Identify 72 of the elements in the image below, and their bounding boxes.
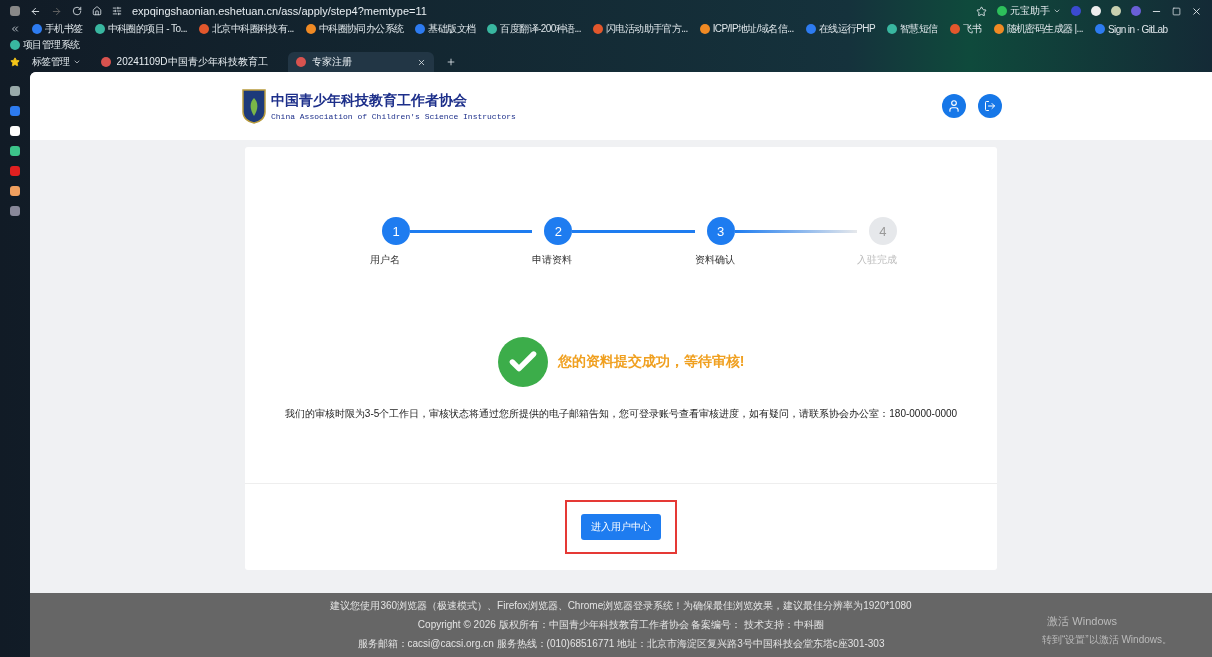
tab-favicon	[295, 57, 306, 67]
close-tab-icon[interactable]	[416, 57, 426, 67]
bookmark-link[interactable]: 手机书签	[32, 22, 83, 36]
bookmark-link[interactable]: 在线运行PHP	[805, 22, 876, 36]
chevron-down-icon	[72, 58, 81, 66]
review-message: 我们的审核时限为3-5个工作日，审核状态将通过您所提供的电子邮箱告知，您可登录账号查看审核进度，如有疑问，请联系协会办公室：180-0000-0000	[283, 407, 959, 421]
footer-text: 服务邮箱：cacsi@cacsi.org.cn 服务热线：(010)68516771 地址：北京市海淀区复兴路3号中国科技会堂东塔c座301-303	[357, 637, 885, 651]
close-icon[interactable]	[1191, 5, 1202, 17]
step-number: 1	[382, 217, 410, 245]
tab-favicon	[100, 57, 111, 67]
forward-icon[interactable]	[51, 5, 62, 17]
bookmark-favicon	[415, 24, 426, 34]
sidebar-toggle-icon[interactable]	[10, 6, 20, 16]
step-number: 2	[544, 217, 573, 245]
step-label: 申请资料	[532, 253, 573, 267]
user-center-button[interactable]: 进入用户中心	[581, 514, 661, 540]
activation-hint: 转到“设置”以激活 Windows。	[1042, 633, 1172, 647]
org-name-english: China Association of Children's Science Instructors	[271, 111, 516, 121]
bookmark-link[interactable]: 随机密码生成器 |...	[993, 22, 1083, 36]
footer-text: 建议您使用360浏览器（极速模式）、Firefox浏览器、Chrome浏览器登录系统！为确保最佳浏览效果，建议最佳分辨率为1920*1080	[330, 599, 912, 613]
bookmark-link[interactable]: 中科圈协同办公系统	[305, 22, 404, 36]
activation-title: 激活 Windows	[1047, 614, 1117, 629]
address-bar[interactable]: expqingshaonian.eshetuan.cn/ass/apply/step4?memtype=11	[132, 5, 427, 17]
bookmark-favicon	[949, 24, 960, 34]
extension-button[interactable]: 元宝助手	[997, 4, 1061, 18]
bookmark-favicon	[305, 24, 316, 34]
bookmark-favicon	[1095, 24, 1105, 34]
bookmark-favicon	[805, 24, 816, 34]
step-number: 3	[706, 217, 735, 245]
bookmark-link[interactable]: 基础版文档	[415, 22, 476, 36]
home-icon[interactable]	[92, 6, 102, 16]
bookmark-favicon	[10, 40, 20, 50]
bookmark-favicon	[94, 24, 105, 34]
new-tab-icon[interactable]	[445, 57, 456, 67]
collapse-icon[interactable]	[10, 24, 20, 34]
star-icon[interactable]	[10, 57, 20, 67]
browser-tab[interactable]: 专家注册	[287, 52, 434, 72]
org-name: 中国青少年科技教育工作者协会	[271, 91, 468, 110]
logout-icon	[984, 100, 996, 112]
restore-icon[interactable]	[1172, 6, 1181, 16]
site-settings-icon[interactable]	[112, 6, 122, 16]
step-number: 4	[869, 217, 897, 245]
bookmark-favicon	[699, 24, 710, 34]
bookmark-link[interactable]: 项目管理系统	[10, 38, 80, 52]
logout-button[interactable]	[978, 94, 1002, 118]
bookmark-favicon	[32, 24, 42, 34]
bookmark-favicon	[887, 24, 898, 34]
step-label: 资料确认	[694, 253, 735, 267]
step-label: 用户名	[370, 253, 400, 267]
reload-icon[interactable]	[72, 6, 82, 16]
bookmark-link[interactable]: 闪电活动助手官方...	[592, 22, 688, 36]
shield-logo	[242, 88, 266, 124]
bookmark-favicon	[592, 24, 603, 34]
bookmark-link[interactable]: 飞书	[949, 22, 982, 36]
bookmark-star-icon[interactable]	[976, 5, 987, 17]
bookmark-link[interactable]: Sign in · GitLab	[1095, 23, 1168, 35]
browser-tab[interactable]: 20241109D中国青少年科技教育工	[92, 52, 276, 72]
bookmark-link[interactable]: 北京中科圈科技有...	[199, 22, 294, 36]
bookmark-favicon	[199, 24, 209, 34]
chevron-down-icon	[1053, 7, 1061, 15]
bookmark-favicon	[487, 24, 498, 34]
bookmark-link[interactable]: 百度翻译-200种语...	[487, 22, 581, 36]
back-icon[interactable]	[30, 5, 41, 17]
bookmark-link[interactable]: 中科圈的项目 - To...	[94, 22, 187, 36]
user-icon	[947, 99, 961, 113]
bookmark-link[interactable]: 智慧短信	[887, 22, 938, 36]
success-title: 您的资料提交成功，等待审核!	[557, 353, 745, 371]
footer-text: Copyright © 2026 版权所有：中国青少年科技教育工作者协会 备案编号： 技术支持：中科圈	[417, 618, 825, 632]
tab-group-menu[interactable]: 标签管理	[32, 55, 81, 69]
bookmark-favicon	[993, 24, 1004, 34]
bookmark-link[interactable]: ICP/IP地址/域名信...	[699, 22, 794, 36]
user-button[interactable]	[942, 94, 966, 118]
